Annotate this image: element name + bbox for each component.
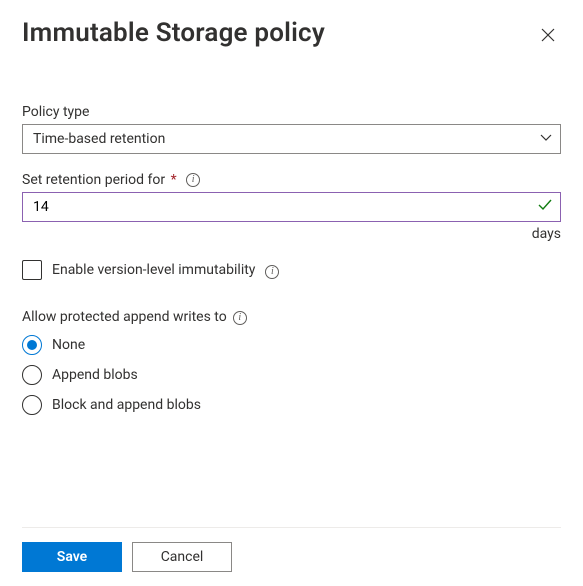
retention-period-input-wrap — [22, 192, 561, 222]
cancel-button[interactable]: Cancel — [132, 542, 232, 572]
retention-period-info[interactable]: i — [186, 173, 200, 187]
radio-block-append[interactable] — [22, 395, 42, 415]
close-icon — [541, 28, 555, 42]
retention-period-label: Set retention period for * i — [22, 172, 561, 188]
info-icon: i — [265, 265, 279, 279]
append-writes-option-none[interactable]: None — [22, 335, 561, 355]
save-button[interactable]: Save — [22, 542, 122, 572]
policy-type-select-box[interactable]: Time-based retention — [22, 124, 561, 154]
panel-title: Immutable Storage policy — [22, 18, 325, 48]
retention-period-input[interactable] — [22, 192, 561, 222]
policy-type-field: Policy type Time-based retention — [22, 104, 561, 154]
append-writes-label-row: Allow protected append writes to i — [22, 308, 561, 325]
append-writes-label: Allow protected append writes to — [22, 309, 227, 325]
panel-header: Immutable Storage policy — [22, 18, 561, 48]
radio-none-label: None — [52, 337, 85, 353]
radio-append[interactable] — [22, 365, 42, 385]
radio-block-append-label: Block and append blobs — [52, 397, 201, 413]
append-writes-info[interactable]: i — [233, 308, 247, 325]
version-level-row[interactable]: Enable version-level immutability i — [22, 260, 561, 280]
retention-period-unit: days — [22, 226, 561, 242]
radio-none[interactable] — [22, 335, 42, 355]
version-level-label: Enable version-level immutability — [52, 262, 255, 278]
panel-body: Policy type Time-based retention Set ret… — [22, 104, 561, 425]
policy-type-select[interactable]: Time-based retention — [22, 124, 561, 154]
append-writes-option-block-append[interactable]: Block and append blobs — [22, 395, 561, 415]
append-writes-option-append[interactable]: Append blobs — [22, 365, 561, 385]
close-button[interactable] — [535, 22, 561, 48]
policy-type-selected-value: Time-based retention — [33, 131, 165, 147]
append-writes-radio-group: None Append blobs Block and append blobs — [22, 335, 561, 415]
version-level-checkbox[interactable] — [22, 260, 42, 280]
spacer — [22, 425, 561, 527]
policy-type-label: Policy type — [22, 104, 561, 120]
checkmark-icon — [537, 197, 553, 217]
info-icon: i — [186, 173, 200, 187]
retention-period-field: Set retention period for * i days — [22, 172, 561, 242]
info-icon: i — [233, 311, 247, 325]
retention-period-label-text: Set retention period for — [22, 172, 165, 188]
immutable-storage-policy-panel: Immutable Storage policy Policy type Tim… — [0, 0, 583, 586]
radio-append-label: Append blobs — [52, 367, 138, 383]
panel-footer: Save Cancel — [22, 527, 561, 586]
version-level-info[interactable]: i — [265, 262, 279, 279]
required-marker: * — [171, 172, 177, 188]
